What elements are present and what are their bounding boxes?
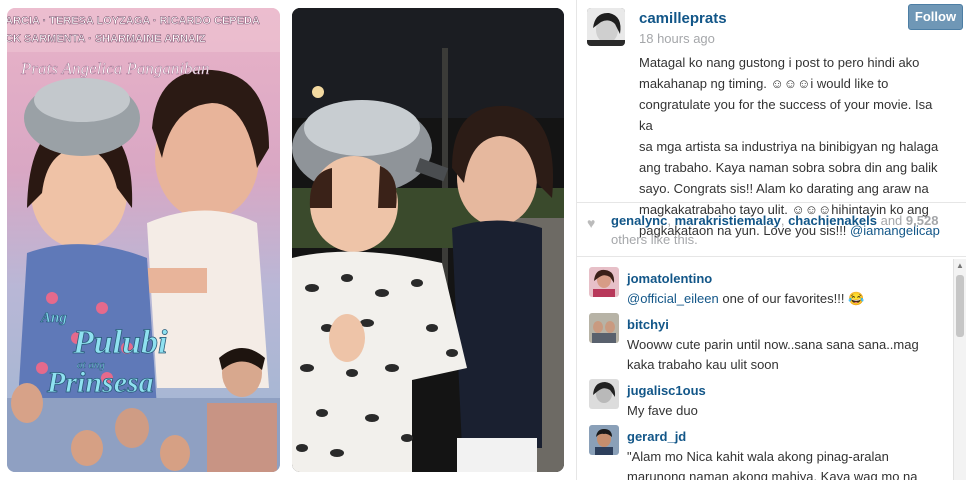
profile-avatar[interactable] [587, 8, 625, 46]
scroll-up-arrow-icon[interactable]: ▲ [954, 261, 966, 270]
caption-line: ang trabaho. Kaya naman sobra sobra din … [639, 160, 938, 175]
comments-top-divider [577, 256, 966, 257]
comment-avatar-graphic [589, 425, 619, 455]
liker-link[interactable]: chachienakels [788, 213, 877, 228]
comment-text-line: Wooww cute parin until now..sana sana sa… [627, 337, 919, 352]
recreated-photo-image[interactable] [292, 8, 564, 472]
caption-line: congratulate you for the success of your… [639, 97, 933, 133]
poster-title-line-4: Prinsesa [46, 366, 154, 399]
comment-text-line: marunong naman akong mahiya. Kaya wag mo… [627, 469, 918, 480]
comment-text: "Alam mo Nica kahit wala akong pinag-ara… [627, 447, 927, 480]
poster-stars-line: Prats Angelica Panganiban [20, 59, 210, 78]
caption-line: Matagal ko nang gustong i post to pero h… [639, 55, 920, 70]
comment-text: My fave duo [627, 401, 927, 421]
comment-text: @official_eileen one of our favorites!!!… [627, 289, 927, 309]
likes-count[interactable]: 9,528 [906, 213, 939, 228]
post-detail-panel: camilleprats 18 hours ago Follow Matagal… [576, 0, 966, 480]
photo-area: ARCIA · TERESA LOYZAGA · RICARDO CEPEDA … [0, 0, 576, 480]
post-username-link[interactable]: camilleprats [639, 10, 727, 27]
recreated-photo-graphic [292, 8, 564, 472]
comment-text-line: My fave duo [627, 403, 698, 418]
comment-text-line: kaka trabaho kau ulit soon [627, 357, 779, 372]
poster-cast-line-1: ARCIA · TERESA LOYZAGA · RICARDO CEPEDA [7, 15, 260, 27]
comment-text: Wooww cute parin until now..sana sana sa… [627, 335, 927, 375]
profile-avatar-graphic [587, 8, 625, 46]
likes-row: ♥ genalync, marakristiemalay, chachienak… [587, 211, 947, 249]
scrollbar-thumb[interactable] [956, 275, 964, 337]
comment-avatar[interactable] [589, 425, 619, 455]
comment-text-line: one of our favorites!!! 😂 [718, 291, 865, 306]
comment-mention-link[interactable]: @official_eileen [627, 291, 719, 306]
poster-cast-line-2: CK SARMENTA · SHARMAINE ARNAIZ [7, 33, 206, 45]
comment-avatar-graphic [589, 313, 619, 343]
caption-line: makahanap ng timing. ☺☺☺i would like to [639, 76, 889, 91]
comment-avatar[interactable] [589, 379, 619, 409]
comment-avatar[interactable] [589, 267, 619, 297]
caption-line: sa mga artista sa industriya na binibigy… [639, 139, 939, 154]
likes-top-divider [577, 202, 966, 203]
comments-list: jomatolentino @official_eileen one of ou… [577, 259, 952, 480]
likes-text: genalync, marakristiemalay, chachienakel… [611, 213, 939, 247]
likes-and-text: and [880, 213, 903, 228]
comment-username-link[interactable]: gerard_jd [627, 429, 686, 444]
movie-poster-image[interactable]: ARCIA · TERESA LOYZAGA · RICARDO CEPEDA … [7, 8, 280, 472]
post-timestamp[interactable]: 18 hours ago [639, 31, 715, 46]
comment-avatar-graphic [589, 267, 619, 297]
heart-icon[interactable]: ♥ [587, 214, 595, 233]
movie-poster-graphic: ARCIA · TERESA LOYZAGA · RICARDO CEPEDA … [7, 8, 280, 472]
comment-username-link[interactable]: jugalisc1ous [627, 383, 706, 398]
likes-suffix: others like this. [611, 232, 698, 247]
poster-title-line-1: Ang [40, 310, 67, 326]
comment-username-link[interactable]: jomatolentino [627, 271, 712, 286]
follow-button[interactable]: Follow [908, 4, 963, 30]
comment-username-link[interactable]: bitchyi [627, 317, 669, 332]
liker-link[interactable]: genalync [611, 213, 667, 228]
comment-text-line: "Alam mo Nica kahit wala akong pinag-ara… [627, 449, 889, 464]
poster-title-line-2: Pulubi [72, 324, 168, 361]
caption-line: sayo. Congrats sis!! Alam ko darating an… [639, 181, 929, 196]
comment-avatar-graphic [589, 379, 619, 409]
liker-link[interactable]: marakristiemalay [675, 213, 781, 228]
comments-scrollbar[interactable]: ▲ [953, 259, 966, 480]
comment-avatar[interactable] [589, 313, 619, 343]
